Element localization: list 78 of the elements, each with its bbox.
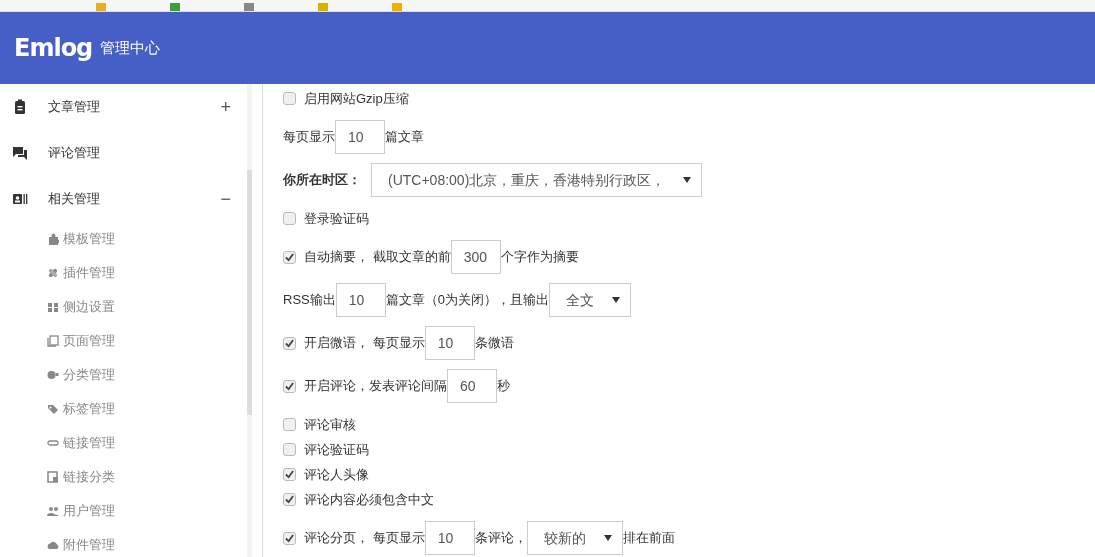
sidebar-subitem[interactable]: 分类管理 bbox=[0, 358, 247, 392]
setting-label: 启用网站Gzip压缩 bbox=[304, 89, 409, 108]
sidebar-subitem[interactable]: 侧边设置 bbox=[0, 290, 247, 324]
bookmark-icon bbox=[391, 3, 403, 11]
expand-toggle[interactable]: + bbox=[220, 93, 231, 121]
setting-label: 每页显示 bbox=[283, 128, 335, 147]
setting-label: RSS输出 bbox=[283, 291, 336, 310]
number-field[interactable]: 300 bbox=[450, 240, 501, 274]
checkbox[interactable] bbox=[283, 531, 296, 545]
sidebar-item[interactable]: 评论管理 bbox=[0, 130, 247, 176]
sidebar-item[interactable]: 文章管理 + bbox=[0, 84, 247, 130]
bookmark-icon bbox=[317, 3, 329, 11]
checkbox[interactable] bbox=[283, 336, 296, 350]
setting-label: 你所在时区： bbox=[283, 171, 361, 190]
puzzle-icon bbox=[47, 233, 59, 245]
dropdown[interactable]: 全文 bbox=[548, 283, 631, 317]
setting-label: 篇文章（0为关闭），且输出 bbox=[385, 291, 549, 310]
sidebar-item[interactable]: 相关管理 − bbox=[0, 176, 247, 222]
sidebar-subitem[interactable]: 用户管理 bbox=[0, 494, 247, 528]
bookmark-icon bbox=[243, 3, 255, 11]
checkbox[interactable] bbox=[283, 493, 296, 506]
pages-icon bbox=[47, 335, 59, 347]
setting-label: 自动摘要， 截取文章的前 bbox=[304, 248, 451, 267]
caret-icon bbox=[611, 297, 620, 303]
number-field[interactable]: 10 bbox=[424, 521, 475, 555]
scrollbar-thumb[interactable] bbox=[247, 170, 252, 415]
setting-label: 评论人头像 bbox=[304, 465, 369, 484]
caret-icon bbox=[683, 177, 692, 183]
sidebar-subitem[interactable]: 插件管理 bbox=[0, 256, 247, 290]
setting-label: 条微语 bbox=[474, 334, 514, 353]
setting-label: 篇文章 bbox=[385, 128, 424, 147]
collapse-toggle[interactable]: − bbox=[220, 185, 231, 213]
document-icon bbox=[47, 471, 59, 483]
checkbox[interactable] bbox=[283, 250, 296, 264]
dropdown[interactable]: 较新的 bbox=[526, 521, 623, 555]
bookmark-icon bbox=[95, 3, 107, 11]
bandage-icon bbox=[47, 267, 59, 279]
tag-icon bbox=[47, 403, 59, 415]
setting-label: 评论内容必须包含中文 bbox=[304, 490, 434, 509]
sidebar-subitem[interactable]: 链接分类 bbox=[0, 460, 247, 494]
setting-label: 排在前面 bbox=[622, 529, 675, 548]
setting-label: 个字作为摘要 bbox=[500, 248, 579, 267]
sidebar-subitem[interactable]: 链接管理 bbox=[0, 426, 247, 460]
setting-label: 开启微语， 每页显示 bbox=[304, 334, 425, 353]
number-field[interactable]: 10 bbox=[424, 326, 475, 360]
header-subtitle: 管理中心 bbox=[100, 37, 161, 58]
checkbox[interactable] bbox=[283, 212, 296, 225]
number-field[interactable]: 60 bbox=[447, 369, 497, 403]
link-icon bbox=[47, 437, 59, 449]
clipboard-icon bbox=[12, 99, 28, 115]
cloud-icon bbox=[47, 539, 59, 551]
sidebar-subitem[interactable]: 标签管理 bbox=[0, 392, 247, 426]
setting-label: 条评论， bbox=[474, 529, 527, 548]
dropdown[interactable]: (UTC+08:00)北京，重庆，香港特别行政区， bbox=[371, 163, 703, 197]
checkbox[interactable] bbox=[283, 92, 296, 105]
setting-label: 评论审核 bbox=[304, 415, 356, 434]
checkbox[interactable] bbox=[283, 379, 296, 393]
sidebar-subitem[interactable]: 附件管理 bbox=[0, 528, 247, 557]
logo[interactable]: Emlog bbox=[14, 30, 93, 66]
sidebar-subitem[interactable]: 模板管理 bbox=[0, 222, 247, 256]
setting-label: 秒 bbox=[497, 377, 510, 396]
setting-label: 登录验证码 bbox=[304, 209, 369, 228]
setting-label: 评论验证码 bbox=[304, 440, 369, 459]
contact-card-icon bbox=[12, 191, 28, 207]
users-icon bbox=[47, 505, 59, 517]
setting-label: 评论分页， 每页显示 bbox=[304, 529, 425, 548]
checkbox[interactable] bbox=[283, 468, 296, 481]
number-field[interactable]: 10 bbox=[335, 120, 385, 154]
checkbox[interactable] bbox=[283, 443, 296, 456]
grid-icon bbox=[47, 301, 59, 313]
number-field[interactable]: 10 bbox=[335, 283, 386, 317]
sidebar-subitem[interactable]: 页面管理 bbox=[0, 324, 247, 358]
checkbox[interactable] bbox=[283, 418, 296, 431]
setting-label: 开启评论，发表评论间隔 bbox=[304, 377, 447, 396]
chat-icon bbox=[12, 145, 28, 161]
bookmark-icon bbox=[169, 3, 181, 11]
caret-icon bbox=[603, 535, 612, 541]
category-icon bbox=[47, 369, 59, 381]
